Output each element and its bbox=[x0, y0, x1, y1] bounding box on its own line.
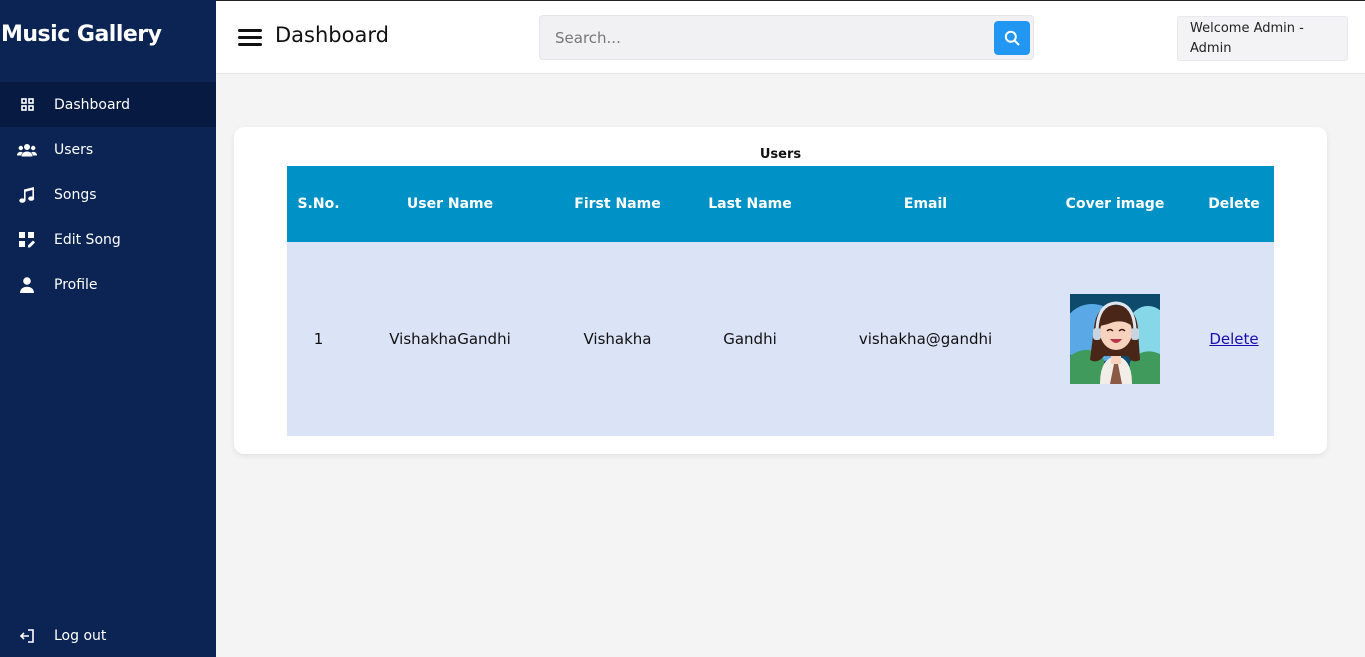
welcome-text: Welcome Admin - Admin bbox=[1177, 16, 1348, 61]
table-row: 1 VishakhaGandhi Vishakha Gandhi vishakh… bbox=[287, 242, 1274, 436]
column-header: User Name bbox=[406, 196, 494, 212]
sidebar-item-profile[interactable]: Profile bbox=[0, 262, 216, 307]
user-icon bbox=[17, 275, 37, 295]
table-header-row: S.No. User Name First Name Last Name Ema… bbox=[287, 166, 1274, 242]
sidebar-item-label: Profile bbox=[54, 276, 98, 293]
topbar: Dashboard Welcome Admin - Admin bbox=[216, 0, 1365, 74]
menu-toggle-icon[interactable] bbox=[238, 29, 262, 47]
cell-email: vishakha@gandhi bbox=[858, 330, 993, 348]
music-note-icon bbox=[17, 185, 37, 205]
sidebar-item-edit-song[interactable]: Edit Song bbox=[0, 217, 216, 262]
sidebar-item-label: Songs bbox=[54, 186, 97, 203]
column-header: Delete bbox=[1208, 196, 1260, 212]
cell-last-name: Gandhi bbox=[723, 330, 777, 348]
sidebar-item-label: Users bbox=[54, 141, 94, 158]
logout-button[interactable]: Log out bbox=[0, 613, 216, 657]
edit-grid-icon bbox=[17, 230, 37, 250]
sidebar-item-label: Dashboard bbox=[54, 96, 130, 113]
sidebar-item-label: Edit Song bbox=[54, 231, 121, 248]
delete-link[interactable]: Delete bbox=[1209, 330, 1258, 348]
sidebar-item-dashboard[interactable]: Dashboard bbox=[0, 82, 216, 127]
cell-delete: Delete bbox=[1194, 242, 1274, 436]
grid-icon bbox=[17, 95, 37, 115]
page-title: Dashboard bbox=[275, 23, 389, 47]
users-card: Users S.No. User Name First Name Last Na… bbox=[234, 127, 1327, 454]
sidebar: Music Gallery Dashboard Users Songs Edit… bbox=[0, 0, 216, 657]
search-icon bbox=[1004, 30, 1020, 46]
sidebar-nav: Dashboard Users Songs Edit Song Profile bbox=[0, 82, 216, 307]
cell-first-name: Vishakha bbox=[583, 330, 652, 348]
cell-username: VishakhaGandhi bbox=[389, 330, 511, 348]
column-header: Email bbox=[903, 196, 948, 212]
column-header: Cover image bbox=[1065, 196, 1165, 212]
logout-icon bbox=[17, 626, 37, 646]
sidebar-item-songs[interactable]: Songs bbox=[0, 172, 216, 217]
users-icon bbox=[17, 140, 37, 160]
table-caption: Users bbox=[759, 147, 802, 162]
users-table: S.No. User Name First Name Last Name Ema… bbox=[287, 166, 1274, 436]
sidebar-item-users[interactable]: Users bbox=[0, 127, 216, 172]
column-header: First Name bbox=[574, 196, 661, 212]
search-box bbox=[539, 15, 1034, 60]
column-header: Last Name bbox=[708, 196, 792, 212]
column-header: S.No. bbox=[297, 196, 340, 212]
search-input[interactable] bbox=[540, 16, 990, 59]
cover-image bbox=[1070, 294, 1160, 384]
brand-title: Music Gallery bbox=[1, 22, 162, 47]
logout-label: Log out bbox=[54, 627, 107, 644]
cell-sno: 1 bbox=[313, 330, 324, 348]
search-button[interactable] bbox=[994, 21, 1030, 55]
cell-cover-image bbox=[1036, 242, 1194, 436]
